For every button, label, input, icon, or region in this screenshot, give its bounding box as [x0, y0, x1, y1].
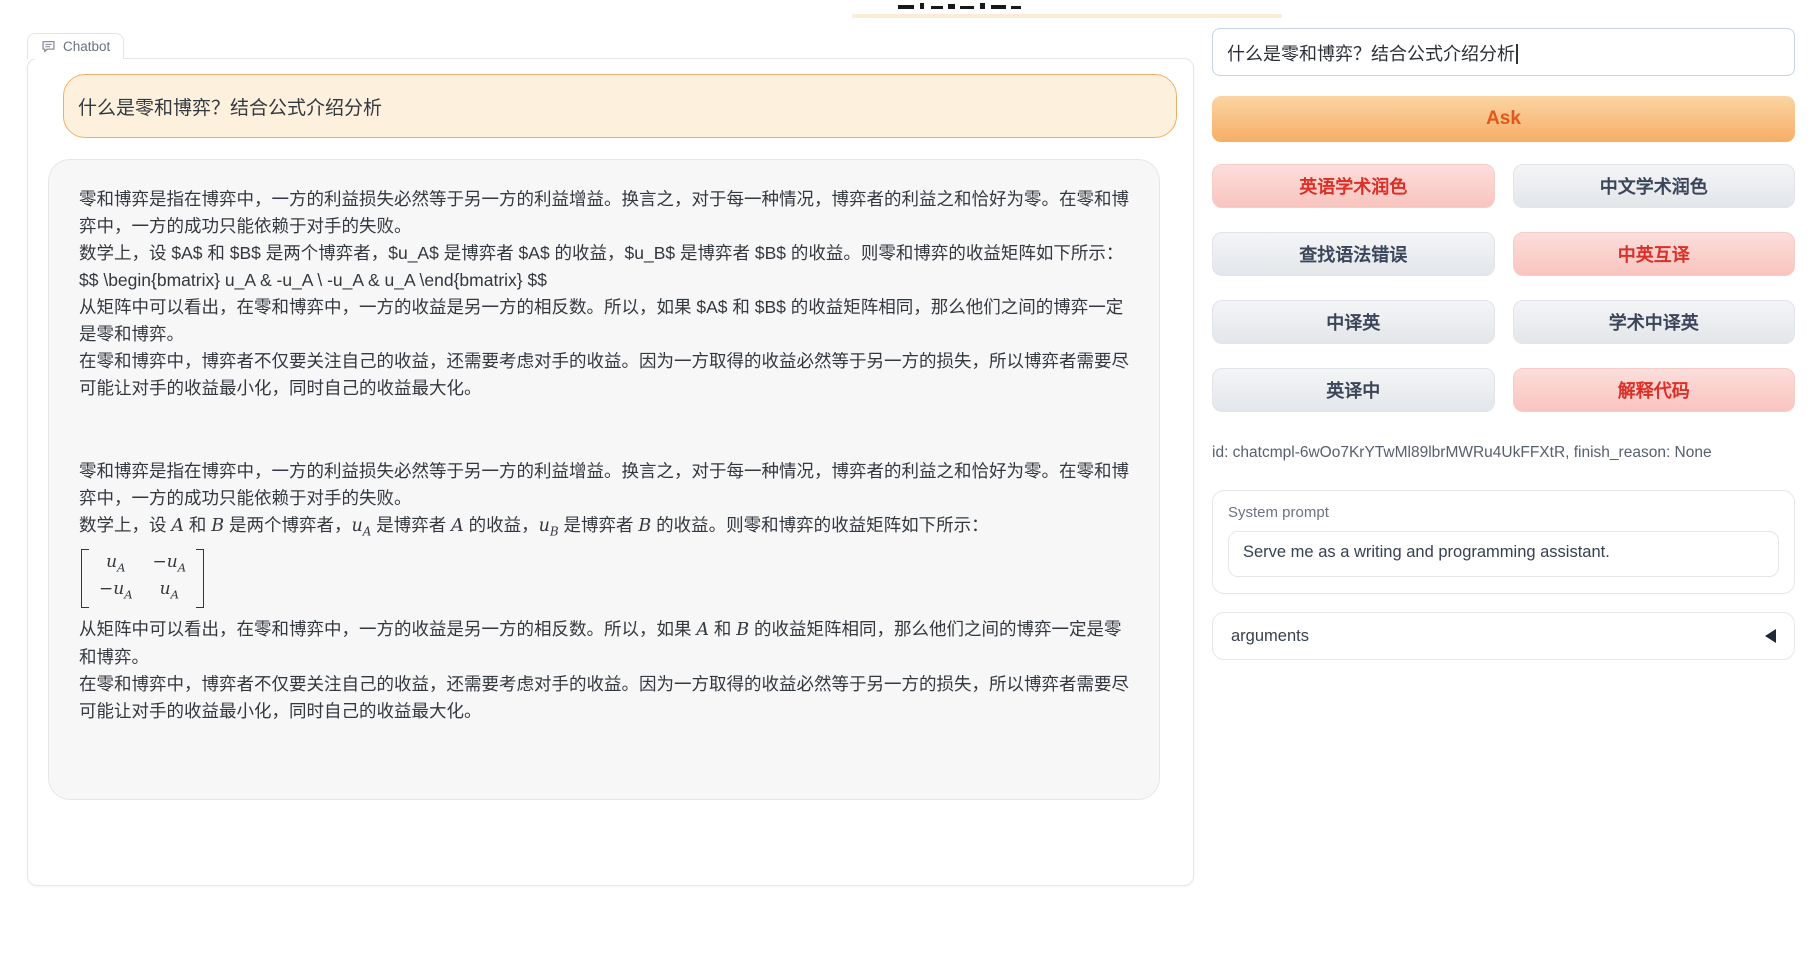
quick-button-zh-en-mutual-translate[interactable]: 中英互译	[1513, 232, 1796, 276]
matrix-cell: −uA	[99, 579, 133, 605]
ask-button[interactable]: Ask	[1212, 96, 1795, 142]
chatbot-panel-label: Chatbot	[27, 33, 124, 59]
bot-paragraph-math: 从矩阵中可以看出，在零和博弈中，一方的收益是另一方的相反数。所以，如果 A 和 …	[79, 616, 1129, 671]
quick-button-academic-zh-to-en[interactable]: 学术中译英	[1513, 300, 1796, 344]
bot-latex-source-line: $$ \begin{bmatrix} u_A & -u_A \ -u_A & u…	[79, 267, 1129, 294]
question-input[interactable]: 什么是零和博弈？结合公式介绍分析	[1212, 28, 1795, 76]
matrix-cell: uA	[153, 579, 187, 605]
bot-answer-rendered: 零和博弈是指在博弈中，一方的利益损失必然等于另一方的利益增益。换言之，对于每一种…	[79, 458, 1129, 725]
matrix-cell: −uA	[153, 552, 187, 578]
bot-message-bubble: 零和博弈是指在博弈中，一方的利益损失必然等于另一方的利益增益。换言之，对于每一种…	[48, 159, 1160, 800]
title-underline-fragment	[852, 14, 1282, 18]
chat-bubble-icon	[41, 39, 56, 54]
system-prompt-label: System prompt	[1228, 504, 1779, 521]
text-cursor	[1516, 44, 1518, 64]
bot-paragraph: 数学上，设 $A$ 和 $B$ 是两个博弈者，$u_A$ 是博弈者 $A$ 的收…	[79, 240, 1129, 267]
quick-button-chinese-academic-polish[interactable]: 中文学术润色	[1513, 164, 1796, 208]
bot-answer-raw: 零和博弈是指在博弈中，一方的利益损失必然等于另一方的利益增益。换言之，对于每一种…	[79, 186, 1129, 402]
matrix-cell: uA	[99, 552, 133, 578]
user-message-text: 什么是零和博弈？结合公式介绍分析	[78, 93, 382, 120]
quick-button-en-to-zh[interactable]: 英译中	[1212, 368, 1495, 412]
chatbot-panel: 什么是零和博弈？结合公式介绍分析 零和博弈是指在博弈中，一方的利益损失必然等于另…	[27, 58, 1194, 886]
status-line: id: chatcmpl-6wOo7KrYTwMl89lbrMWRu4UkFFX…	[1212, 444, 1795, 462]
matrix-right-bracket	[196, 549, 204, 609]
user-message-bubble: 什么是零和博弈？结合公式介绍分析	[63, 74, 1177, 138]
payoff-matrix: uA −uA −uA uA	[81, 549, 204, 609]
quick-actions-grid: 英语学术润色 中文学术润色 查找语法错误 中英互译 中译英 学术中译英 英译中 …	[1212, 164, 1795, 412]
matrix-left-bracket	[81, 549, 89, 609]
arguments-accordion[interactable]: arguments	[1212, 612, 1795, 660]
system-prompt-value: Serve me as a writing and programming as…	[1243, 543, 1610, 561]
control-column: 什么是零和博弈？结合公式介绍分析 Ask 英语学术润色 中文学术润色 查找语法错…	[1212, 28, 1795, 660]
quick-button-find-grammar-errors[interactable]: 查找语法错误	[1212, 232, 1495, 276]
app-canvas: Chatbot 什么是零和博弈？结合公式介绍分析 零和博弈是指在博弈中，一方的利…	[0, 0, 1814, 961]
chatbot-label-text: Chatbot	[63, 39, 110, 54]
left-triangle-icon	[1765, 629, 1776, 643]
arguments-accordion-label: arguments	[1231, 627, 1309, 646]
clipped-page-title	[898, 0, 1028, 9]
bot-paragraph: 从矩阵中可以看出，在零和博弈中，一方的收益是另一方的相反数。所以，如果 $A$ …	[79, 294, 1129, 348]
system-prompt-group: System prompt Serve me as a writing and …	[1212, 490, 1795, 594]
bot-paragraph: 零和博弈是指在博弈中，一方的利益损失必然等于另一方的利益增益。换言之，对于每一种…	[79, 458, 1129, 512]
bot-paragraph: 零和博弈是指在博弈中，一方的利益损失必然等于另一方的利益增益。换言之，对于每一种…	[79, 186, 1129, 240]
quick-button-english-academic-polish[interactable]: 英语学术润色	[1212, 164, 1495, 208]
question-input-value: 什么是零和博弈？结合公式介绍分析	[1227, 44, 1515, 64]
bot-paragraph: 在零和博弈中，博弈者不仅要关注自己的收益，还需要考虑对手的收益。因为一方取得的收…	[79, 348, 1129, 402]
bot-paragraph-math: 数学上，设 A 和 B 是两个博弈者，uA 是博弈者 A 的收益，uB 是博弈者…	[79, 512, 1129, 546]
bot-paragraph: 在零和博弈中，博弈者不仅要关注自己的收益，还需要考虑对手的收益。因为一方取得的收…	[79, 671, 1129, 725]
system-prompt-input[interactable]: Serve me as a writing and programming as…	[1228, 531, 1779, 577]
quick-button-zh-to-en[interactable]: 中译英	[1212, 300, 1495, 344]
quick-button-explain-code[interactable]: 解释代码	[1513, 368, 1796, 412]
